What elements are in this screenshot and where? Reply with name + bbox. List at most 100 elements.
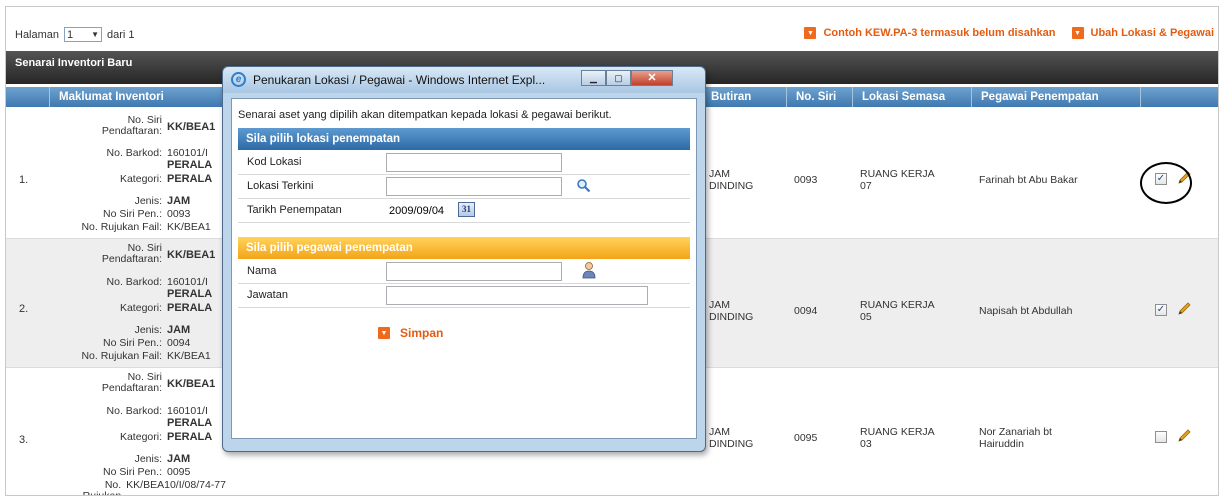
section-title: Senarai Inventori Baru	[15, 57, 133, 69]
pegawai-cell: Napisah bt Abdullah	[979, 305, 1073, 317]
page-select-value: 1	[67, 28, 74, 41]
butiran-cell: JAM DINDING	[709, 426, 754, 450]
meta-label: No. Barkod:	[106, 147, 162, 159]
meta-kategori-2: PERALA	[167, 431, 213, 443]
pegawai-cell: Nor Zanariah bt Hairuddin	[979, 426, 1052, 450]
calendar-icon[interactable]: 31	[458, 202, 475, 217]
meta-kategori: PERALA	[167, 159, 213, 171]
row-select-checkbox[interactable]	[1155, 431, 1167, 443]
no-siri-cell: 0093	[794, 174, 818, 186]
meta-label: No Siri Pen.:	[103, 337, 162, 349]
meta-siri-pen: 0093	[167, 208, 191, 220]
kod-lokasi-row: Kod Lokasi	[238, 151, 690, 175]
officer-section-header: Sila pilih pegawai penempatan	[238, 237, 690, 259]
jawatan-row: Jawatan	[238, 284, 690, 308]
nama-row: Nama	[238, 260, 690, 284]
meta-rujukan: KK/BEA1	[167, 350, 211, 362]
dialog-intro: Senarai aset yang dipilih akan ditempatk…	[238, 109, 612, 121]
header-actions	[1140, 87, 1218, 107]
pencil-icon[interactable]	[1176, 428, 1192, 444]
orange-arrow-icon: ▼	[804, 27, 817, 39]
header-butiran: Butiran	[701, 87, 786, 107]
meta-pendaftaran: KK/BEA1	[167, 249, 216, 261]
dialog-body: Senarai aset yang dipilih akan ditempatk…	[231, 98, 697, 439]
pencil-icon[interactable]	[1176, 301, 1192, 317]
tarikh-label: Tarikh Penempatan	[247, 204, 342, 216]
maximize-button[interactable]: ▢	[606, 70, 631, 86]
meta-label: No. Rujukan Fail:	[82, 479, 122, 496]
meta-jenis: JAM	[167, 324, 191, 336]
nama-input[interactable]	[386, 262, 562, 281]
page-select[interactable]: 1 ▼	[64, 27, 103, 42]
kewpa3-sample-link[interactable]: ▼ Contoh KEW.PA-3 termasuk belum disahka…	[804, 27, 1056, 39]
meta-kategori: PERALA	[167, 417, 213, 429]
meta-label: Kategori:	[119, 431, 162, 443]
meta-siri-pen: 0095	[167, 466, 191, 478]
meta-label: Jenis:	[134, 324, 162, 336]
highlight-circle	[1140, 162, 1192, 204]
search-icon[interactable]	[576, 178, 591, 193]
row-select-checkbox[interactable]: ✓	[1155, 304, 1167, 316]
close-button[interactable]: ✕	[631, 70, 673, 86]
meta-label: Jenis:	[134, 195, 162, 207]
jawatan-label: Jawatan	[247, 289, 288, 301]
meta-siri-pen: 0094	[167, 337, 191, 349]
chevron-down-icon: ▼	[91, 30, 100, 39]
pagination: Halaman 1 ▼ dari 1	[15, 27, 135, 42]
orange-arrow-icon: ▼	[378, 327, 390, 339]
save-button[interactable]: ▼ Simpan	[378, 326, 443, 340]
meta-barkod: 160101/I	[167, 276, 208, 288]
meta-jenis: JAM	[167, 453, 191, 465]
no-siri-cell: 0095	[794, 432, 818, 444]
lokasi-terkini-label: Lokasi Terkini	[247, 180, 314, 192]
lokasi-terkini-input[interactable]	[386, 177, 562, 196]
save-label: Simpan	[400, 326, 444, 340]
top-bar: Halaman 1 ▼ dari 1 ▼ Contoh KEW.PA-3 ter…	[6, 7, 1218, 51]
meta-pendaftaran: KK/BEA1	[167, 121, 216, 133]
meta-rujukan: KK/BEA10/I/08/74-77	[126, 479, 226, 491]
row-number: 1.	[19, 174, 29, 186]
browser-icon: e	[231, 72, 246, 87]
change-location-dialog: e Penukaran Lokasi / Pegawai - Windows I…	[222, 66, 706, 452]
meta-label: No. Rujukan Fail:	[81, 221, 162, 233]
meta-kategori: PERALA	[167, 288, 213, 300]
butiran-cell: JAM DINDING	[709, 299, 754, 323]
meta-barkod: 160101/I	[167, 147, 208, 159]
inventory-panel: Halaman 1 ▼ dari 1 ▼ Contoh KEW.PA-3 ter…	[5, 6, 1219, 496]
location-section-header: Sila pilih lokasi penempatan	[238, 128, 690, 150]
kewpa3-sample-label: Contoh KEW.PA-3 termasuk belum disahkan	[823, 27, 1056, 39]
window-controls: ▁ ▢ ✕	[581, 70, 673, 86]
lokasi-terkini-row: Lokasi Terkini	[238, 175, 690, 199]
meta-rujukan: KK/BEA1	[167, 221, 211, 233]
user-icon[interactable]	[582, 261, 596, 279]
row-number: 2.	[19, 303, 29, 315]
kod-lokasi-label: Kod Lokasi	[247, 156, 302, 168]
header-no-siri: No. Siri	[786, 87, 852, 107]
header-pegawai: Pegawai Penempatan	[971, 87, 1140, 107]
action-links: ▼ Contoh KEW.PA-3 termasuk belum disahka…	[804, 27, 1214, 39]
meta-label: No. Barkod:	[106, 405, 162, 417]
meta-pendaftaran: KK/BEA1	[167, 378, 216, 390]
dialog-title: Penukaran Lokasi / Pegawai - Windows Int…	[253, 73, 546, 87]
tarikh-row: Tarikh Penempatan 31	[238, 199, 690, 223]
change-location-officer-label: Ubah Lokasi & Pegawai	[1090, 27, 1214, 39]
meta-label: No Siri Pen.:	[103, 208, 162, 220]
meta-label: Kategori:	[119, 302, 162, 314]
meta-label: Jenis:	[134, 453, 162, 465]
dialog-titlebar[interactable]: e Penukaran Lokasi / Pegawai - Windows I…	[223, 67, 705, 93]
lokasi-cell: RUANG KERJA 05	[860, 299, 935, 323]
kod-lokasi-input[interactable]	[386, 153, 562, 172]
page-label: Halaman	[15, 28, 60, 41]
page-total: dari 1	[107, 28, 135, 41]
minimize-button[interactable]: ▁	[581, 70, 606, 86]
header-lokasi-semasa: Lokasi Semasa	[852, 87, 971, 107]
meta-label: No. Barkod:	[106, 276, 162, 288]
tarikh-input[interactable]	[386, 201, 454, 220]
meta-label: Kategori:	[119, 173, 162, 185]
change-location-officer-link[interactable]: ▼ Ubah Lokasi & Pegawai	[1071, 27, 1214, 39]
jawatan-input[interactable]	[386, 286, 648, 305]
orange-arrow-icon: ▼	[1071, 27, 1084, 39]
lokasi-cell: RUANG KERJA 03	[860, 426, 935, 450]
meta-jenis: JAM	[167, 195, 191, 207]
no-siri-cell: 0094	[794, 305, 818, 317]
